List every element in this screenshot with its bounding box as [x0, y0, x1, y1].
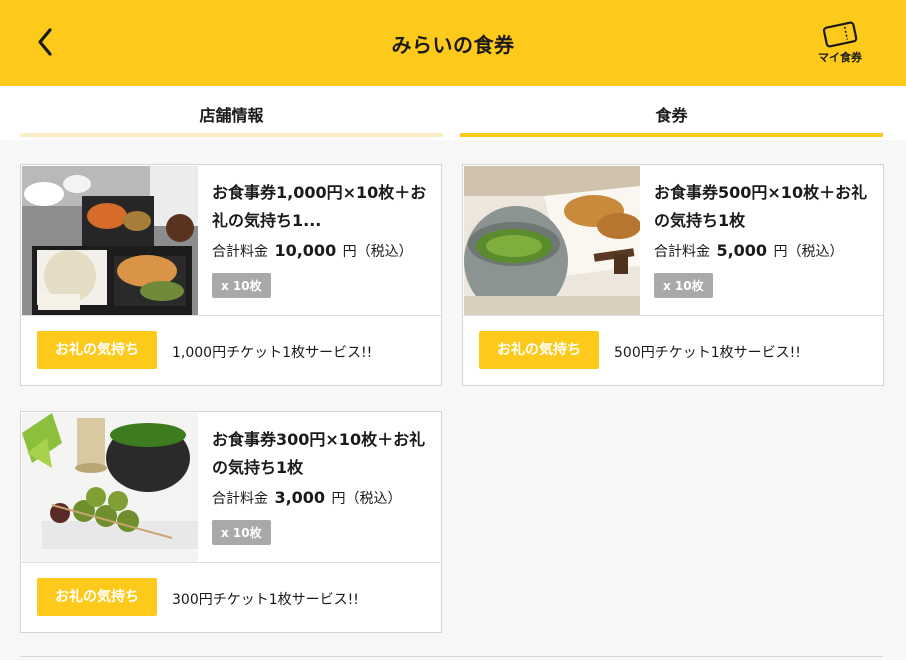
gift-button[interactable]: お礼の気持ち [479, 331, 599, 369]
quantity-badge: x 10枚 [212, 273, 271, 298]
matcha-dango-photo[interactable] [22, 413, 198, 562]
page-title: みらいの食券 [391, 33, 515, 57]
price-row: 合計料金 5,000 円（税込） [654, 241, 874, 261]
list-divider [20, 656, 883, 657]
bento-meal-photo[interactable] [22, 166, 198, 315]
price-amount: 5,000 [716, 241, 768, 260]
ticket-title[interactable]: お食事券300円×10枚＋お礼の気持ち1枚 [212, 426, 432, 482]
price-unit: 円（税込） [331, 491, 402, 507]
quantity-badge: x 10枚 [654, 273, 713, 298]
price-label: 合計料金 [654, 244, 710, 260]
my-ticket-button[interactable]: マイ食券 [810, 20, 870, 70]
price-label: 合計料金 [212, 244, 268, 260]
gift-button[interactable]: お礼の気持ち [37, 578, 157, 616]
ticket-card-bottom: お礼の気持ち 300円チケット1枚サービス!! [21, 563, 441, 632]
gift-button[interactable]: お礼の気持ち [37, 331, 157, 369]
ticket-title[interactable]: お食事券500円×10枚＋お礼の気持ち1枚 [654, 179, 874, 235]
ticket-title[interactable]: お食事券1,000円×10枚＋お礼の気持ち1... [212, 179, 432, 235]
ticket-card-bottom: お礼の気持ち 1,000円チケット1枚サービス!! [21, 316, 441, 385]
ticket-card-top: お食事券1,000円×10枚＋お礼の気持ち1... 合計料金 10,000 円（… [21, 165, 441, 316]
ticket-card[interactable]: お食事券500円×10枚＋お礼の気持ち1枚 合計料金 5,000 円（税込） x… [462, 164, 884, 386]
ticket-icon [822, 21, 858, 48]
price-label: 合計料金 [212, 491, 268, 507]
tab-tickets[interactable]: 食券 [460, 86, 883, 140]
quantity-badge: x 10枚 [212, 520, 271, 545]
ticket-card-top: お食事券300円×10枚＋お礼の気持ち1枚 合計料金 3,000 円（税込） x… [21, 412, 441, 563]
price-row: 合計料金 10,000 円（税込） [212, 241, 432, 261]
service-text: 500円チケット1枚サービス!! [614, 345, 801, 361]
ticket-card-top: お食事券500円×10枚＋お礼の気持ち1枚 合計料金 5,000 円（税込） x… [463, 165, 883, 316]
price-amount: 3,000 [274, 488, 326, 507]
service-text: 1,000円チケット1枚サービス!! [172, 345, 373, 361]
app-header: みらいの食券 マイ食券 [0, 0, 906, 86]
ticket-card[interactable]: お食事券300円×10枚＋お礼の気持ち1枚 合計料金 3,000 円（税込） x… [20, 411, 442, 633]
price-unit: 円（税込） [773, 244, 844, 260]
service-text: 300円チケット1枚サービス!! [172, 592, 359, 608]
tab-store-info[interactable]: 店舗情報 [20, 86, 443, 140]
tab-tickets-underline [460, 133, 883, 137]
price-amount: 10,000 [274, 241, 337, 260]
tab-bar: 店舗情報 食券 [0, 86, 906, 140]
ticket-card-bottom: お礼の気持ち 500円チケット1枚サービス!! [463, 316, 883, 385]
matcha-taiyaki-photo[interactable] [464, 166, 640, 315]
tab-store-info-underline [20, 133, 443, 137]
ticket-card[interactable]: お食事券1,000円×10枚＋お礼の気持ち1... 合計料金 10,000 円（… [20, 164, 442, 386]
tab-store-info-label: 店舗情報 [199, 106, 264, 125]
tab-tickets-label: 食券 [655, 106, 688, 125]
my-ticket-label: マイ食券 [818, 51, 862, 64]
price-row: 合計料金 3,000 円（税込） [212, 488, 432, 508]
price-unit: 円（税込） [342, 244, 413, 260]
